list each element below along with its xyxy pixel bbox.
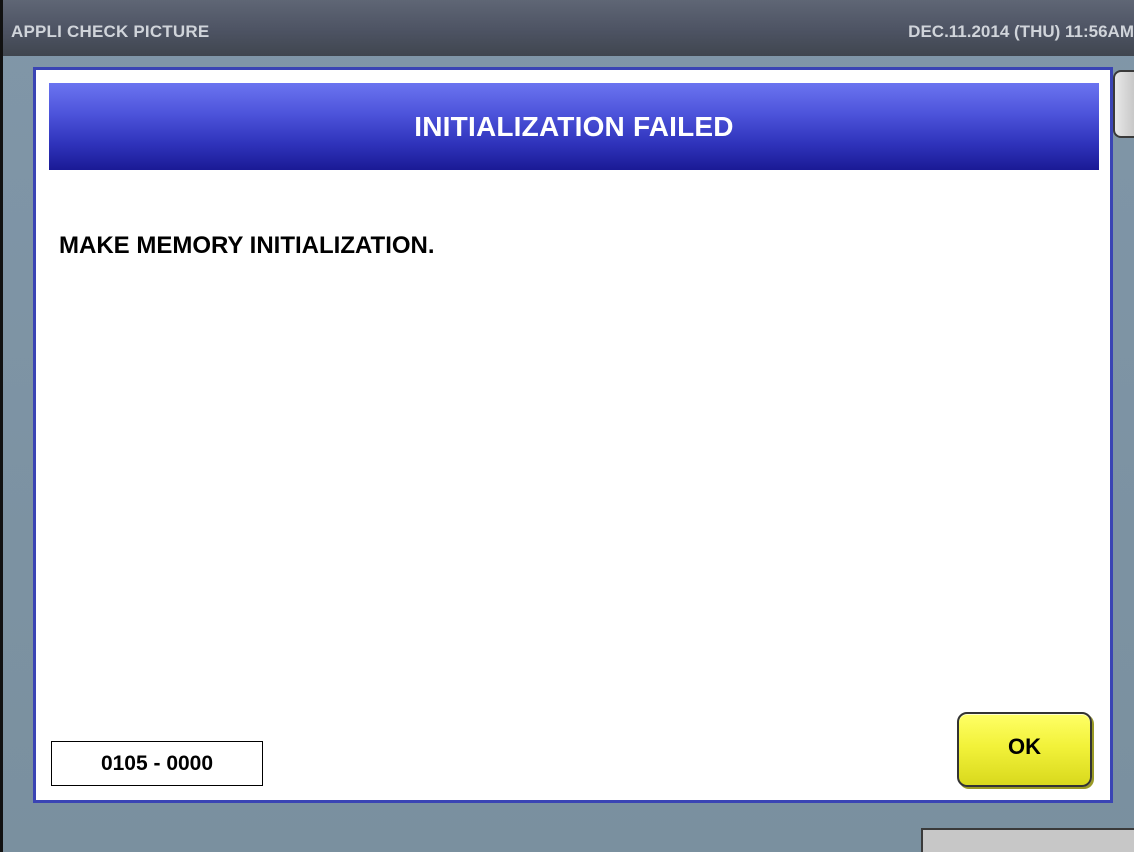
dialog-title: INITIALIZATION FAILED xyxy=(414,110,734,142)
background-side-button xyxy=(1113,70,1134,138)
date-time: DEC.11.2014 (THU) 11:56AM xyxy=(908,22,1134,41)
screen-left-edge xyxy=(0,0,3,852)
background-bottom-button xyxy=(921,828,1134,852)
error-code: 0105 - 0000 xyxy=(100,751,214,775)
app-title: APPLI CHECK PICTURE xyxy=(11,22,210,41)
title-bar: APPLI CHECK PICTURE DEC.11.2014 (THU) 11… xyxy=(3,0,1134,56)
screen: APPLI CHECK PICTURE DEC.11.2014 (THU) 11… xyxy=(0,0,1134,852)
error-dialog: INITIALIZATION FAILED MAKE MEMORY INITIA… xyxy=(33,67,1113,803)
dialog-header: INITIALIZATION FAILED xyxy=(49,83,1099,170)
ok-button-label: OK xyxy=(1008,733,1041,759)
ok-button[interactable]: OK xyxy=(957,712,1092,787)
error-code-box: 0105 - 0000 xyxy=(51,741,263,786)
dialog-message: MAKE MEMORY INITIALIZATION. xyxy=(59,232,435,259)
